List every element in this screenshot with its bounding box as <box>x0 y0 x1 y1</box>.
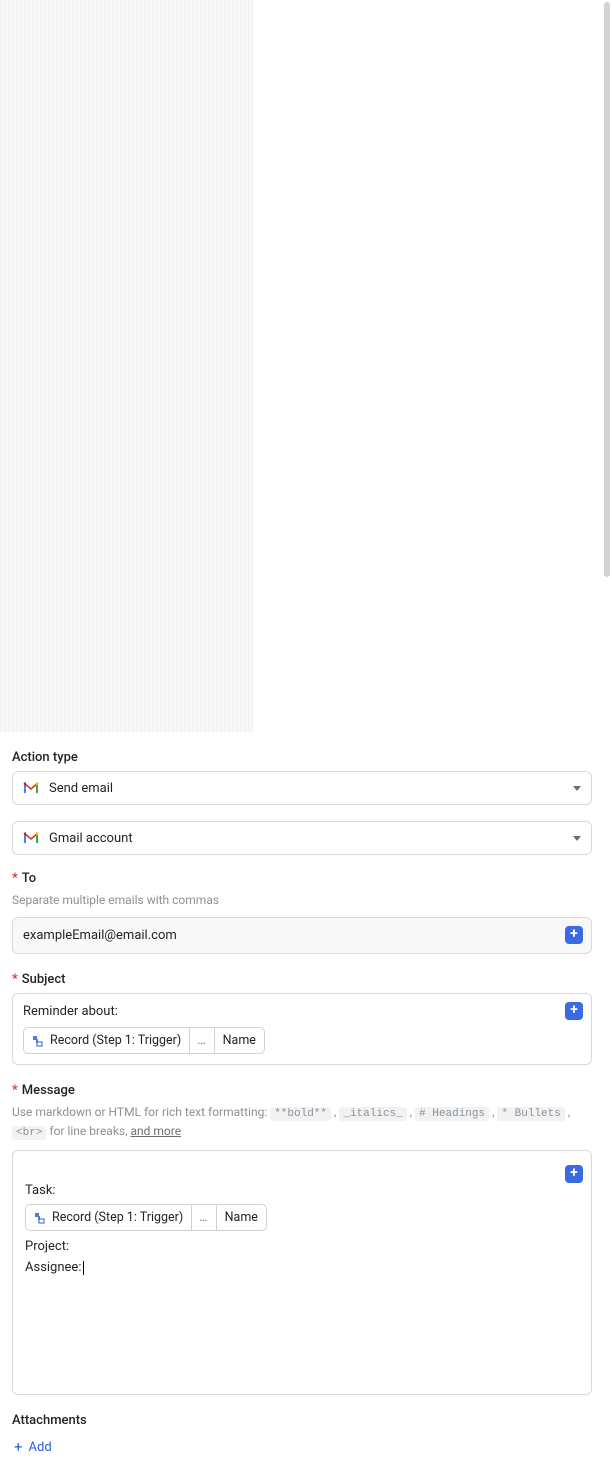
action-type-label: Action type <box>12 750 592 765</box>
record-token[interactable]: Record (Step 1: Trigger) … Name <box>25 1204 267 1231</box>
record-icon <box>34 1212 46 1224</box>
required-asterisk: * <box>12 1083 18 1098</box>
project-label-line: Project: <box>25 1239 579 1254</box>
token-ellipsis[interactable]: … <box>190 1028 214 1053</box>
left-canvas <box>0 0 253 732</box>
token-field-name[interactable]: Name <box>217 1205 266 1230</box>
plus-icon: + <box>14 1440 23 1455</box>
insert-token-button[interactable] <box>565 1165 583 1183</box>
subject-input[interactable]: Reminder about: Record (Step 1: Trigger) <box>12 993 592 1065</box>
scrollbar[interactable] <box>604 2 610 577</box>
required-asterisk: * <box>12 972 18 987</box>
assignee-label-line: Assignee: <box>25 1260 579 1275</box>
to-input[interactable]: exampleEmail@email.com <box>12 917 592 954</box>
gmail-icon <box>23 782 39 794</box>
message-input[interactable]: Task: Record (Step 1: Trigger) … <box>12 1150 592 1395</box>
gmail-icon <box>23 832 39 844</box>
record-token-label: Record (Step 1: Trigger) <box>52 1210 183 1225</box>
record-icon <box>32 1035 44 1047</box>
subject-prefix-text: Reminder about: <box>23 1004 581 1019</box>
insert-token-button[interactable] <box>565 926 583 944</box>
to-value: exampleEmail@email.com <box>23 928 177 943</box>
subject-label: *Subject <box>12 972 592 987</box>
to-hint: Separate multiple emails with commas <box>12 892 592 909</box>
message-label: *Message <box>12 1083 592 1098</box>
gmail-account-select[interactable]: Gmail account <box>12 821 592 855</box>
required-asterisk: * <box>12 871 18 886</box>
token-ellipsis[interactable]: … <box>192 1205 216 1230</box>
message-hint: Use markdown or HTML for rich text forma… <box>12 1104 592 1142</box>
token-field-name[interactable]: Name <box>215 1028 264 1053</box>
config-panel: Action type Send email Gmail account <box>0 732 612 1464</box>
action-type-select[interactable]: Send email <box>12 771 592 805</box>
attachments-label: Attachments <box>12 1413 592 1428</box>
add-attachment-button[interactable]: + Add <box>12 1436 592 1459</box>
task-label-line: Task: <box>25 1183 579 1198</box>
chevron-down-icon <box>573 786 581 791</box>
text-cursor <box>83 1261 84 1275</box>
gmail-account-value: Gmail account <box>49 831 573 846</box>
chevron-down-icon <box>573 836 581 841</box>
record-token-label: Record (Step 1: Trigger) <box>50 1033 181 1048</box>
to-label: *To <box>12 871 592 886</box>
action-type-value: Send email <box>49 781 573 796</box>
insert-token-button[interactable] <box>565 1002 583 1020</box>
formatting-more-link[interactable]: and more <box>130 1124 181 1138</box>
record-token[interactable]: Record (Step 1: Trigger) … Name <box>23 1027 265 1054</box>
